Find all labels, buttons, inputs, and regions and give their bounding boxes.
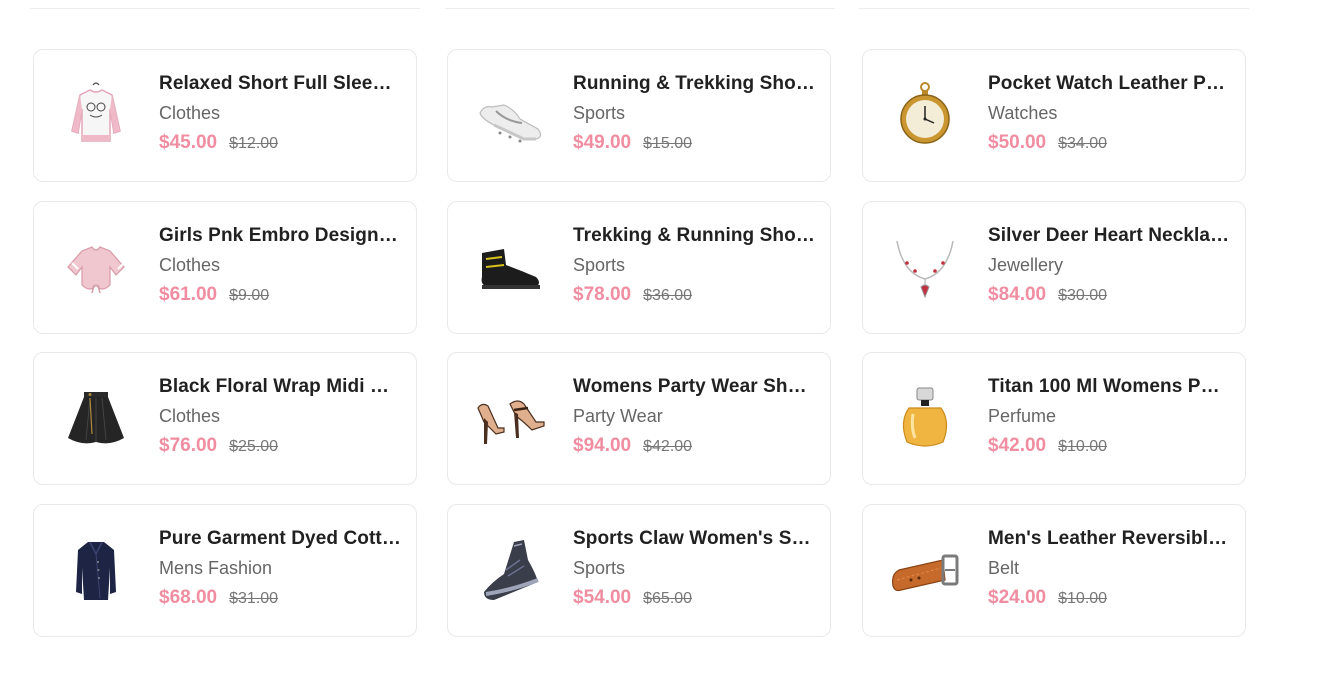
product-old-price: $25.00 [229, 438, 279, 455]
product-price: $61.00 [159, 284, 218, 305]
product-card[interactable]: Men's Leather Reversible Belt Belt $24.0… [862, 504, 1246, 637]
product-price: $45.00 [159, 132, 218, 153]
product-old-price: $12.00 [229, 135, 279, 152]
product-name[interactable]: Pure Garment Dyed Cotton Shirt [159, 527, 401, 551]
product-old-price: $10.00 [1058, 438, 1108, 455]
column-divider [445, 8, 835, 9]
column-divider [859, 8, 1249, 9]
white-sneaker-icon[interactable] [474, 75, 546, 155]
product-name[interactable]: Womens Party Wear Shoes [573, 375, 815, 399]
product-category: Mens Fashion [159, 558, 273, 578]
necklace-icon[interactable] [889, 227, 961, 307]
heels-icon[interactable] [474, 378, 546, 458]
high-top-shoe-icon[interactable] [474, 530, 546, 610]
product-price: $84.00 [988, 284, 1047, 305]
jacket-icon[interactable] [60, 530, 132, 610]
product-category: Jewellery [988, 255, 1064, 275]
black-boot-icon[interactable] [474, 227, 546, 307]
product-name[interactable]: Black Floral Wrap Midi Skirt [159, 375, 401, 399]
product-old-price: $31.00 [229, 590, 279, 607]
product-category: Party Wear [573, 406, 663, 426]
product-category: Clothes [159, 103, 221, 123]
product-old-price: $34.00 [1058, 135, 1108, 152]
product-card[interactable]: Relaxed Short Full Sleeve T-Shirt Clothe… [33, 49, 417, 182]
product-price: $94.00 [573, 435, 632, 456]
product-category: Sports [573, 558, 626, 578]
pocket-watch-icon[interactable] [889, 75, 961, 155]
product-name[interactable]: Sports Claw Women's Shoes [573, 527, 815, 551]
product-category: Perfume [988, 406, 1057, 426]
sweatshirt-icon[interactable] [60, 75, 132, 155]
product-card[interactable]: Pure Garment Dyed Cotton Shirt Mens Fash… [33, 504, 417, 637]
belt-icon[interactable] [889, 530, 961, 610]
product-price: $50.00 [988, 132, 1047, 153]
product-old-price: $15.00 [643, 135, 693, 152]
product-card[interactable]: Sports Claw Women's Shoes Sports $54.00 $… [447, 504, 831, 637]
product-card[interactable]: Girls Pnk Embro Design Top Clothes $61.0… [33, 201, 417, 334]
product-old-price: $42.00 [643, 438, 693, 455]
product-name[interactable]: Girls Pnk Embro Design Top [159, 224, 401, 248]
product-name[interactable]: Pocket Watch Leather Pouch [988, 72, 1230, 96]
product-category: Clothes [159, 255, 221, 275]
product-card[interactable]: Titan 100 Ml Womens Perfume Perfume $42.… [862, 352, 1246, 485]
product-card[interactable]: Black Floral Wrap Midi Skirt Clothes $76… [33, 352, 417, 485]
product-category: Sports [573, 255, 626, 275]
product-card[interactable]: Womens Party Wear Shoes Party Wear $94.0… [447, 352, 831, 485]
product-name[interactable]: Relaxed Short Full Sleeve T-Shirt [159, 72, 401, 96]
product-old-price: $9.00 [229, 287, 270, 304]
crop-top-icon[interactable] [60, 227, 132, 307]
product-name[interactable]: Trekking & Running Shoes - black [573, 224, 815, 248]
product-name[interactable]: Running & Trekking Shoes - White [573, 72, 815, 96]
product-old-price: $36.00 [643, 287, 693, 304]
product-price: $24.00 [988, 587, 1047, 608]
column-divider [30, 8, 420, 9]
product-price: $49.00 [573, 132, 632, 153]
product-card[interactable]: Silver Deer Heart Necklace Jewellery $84… [862, 201, 1246, 334]
product-card[interactable]: Pocket Watch Leather Pouch Watches $50.0… [862, 49, 1246, 182]
product-price: $54.00 [573, 587, 632, 608]
product-old-price: $30.00 [1058, 287, 1108, 304]
product-price: $76.00 [159, 435, 218, 456]
skirt-icon[interactable] [60, 378, 132, 458]
product-price: $78.00 [573, 284, 632, 305]
product-old-price: $10.00 [1058, 590, 1108, 607]
product-price: $68.00 [159, 587, 218, 608]
product-card[interactable]: Trekking & Running Shoes - black Sports … [447, 201, 831, 334]
product-category: Clothes [159, 406, 221, 426]
product-category: Sports [573, 103, 626, 123]
perfume-icon[interactable] [889, 378, 961, 458]
product-price: $42.00 [988, 435, 1047, 456]
product-name[interactable]: Men's Leather Reversible Belt [988, 527, 1230, 551]
product-name[interactable]: Silver Deer Heart Necklace [988, 224, 1230, 248]
product-name[interactable]: Titan 100 Ml Womens Perfume [988, 375, 1230, 399]
product-old-price: $65.00 [643, 590, 693, 607]
product-category: Watches [988, 103, 1058, 123]
product-card[interactable]: Running & Trekking Shoes - White Sports … [447, 49, 831, 182]
product-category: Belt [988, 558, 1020, 578]
